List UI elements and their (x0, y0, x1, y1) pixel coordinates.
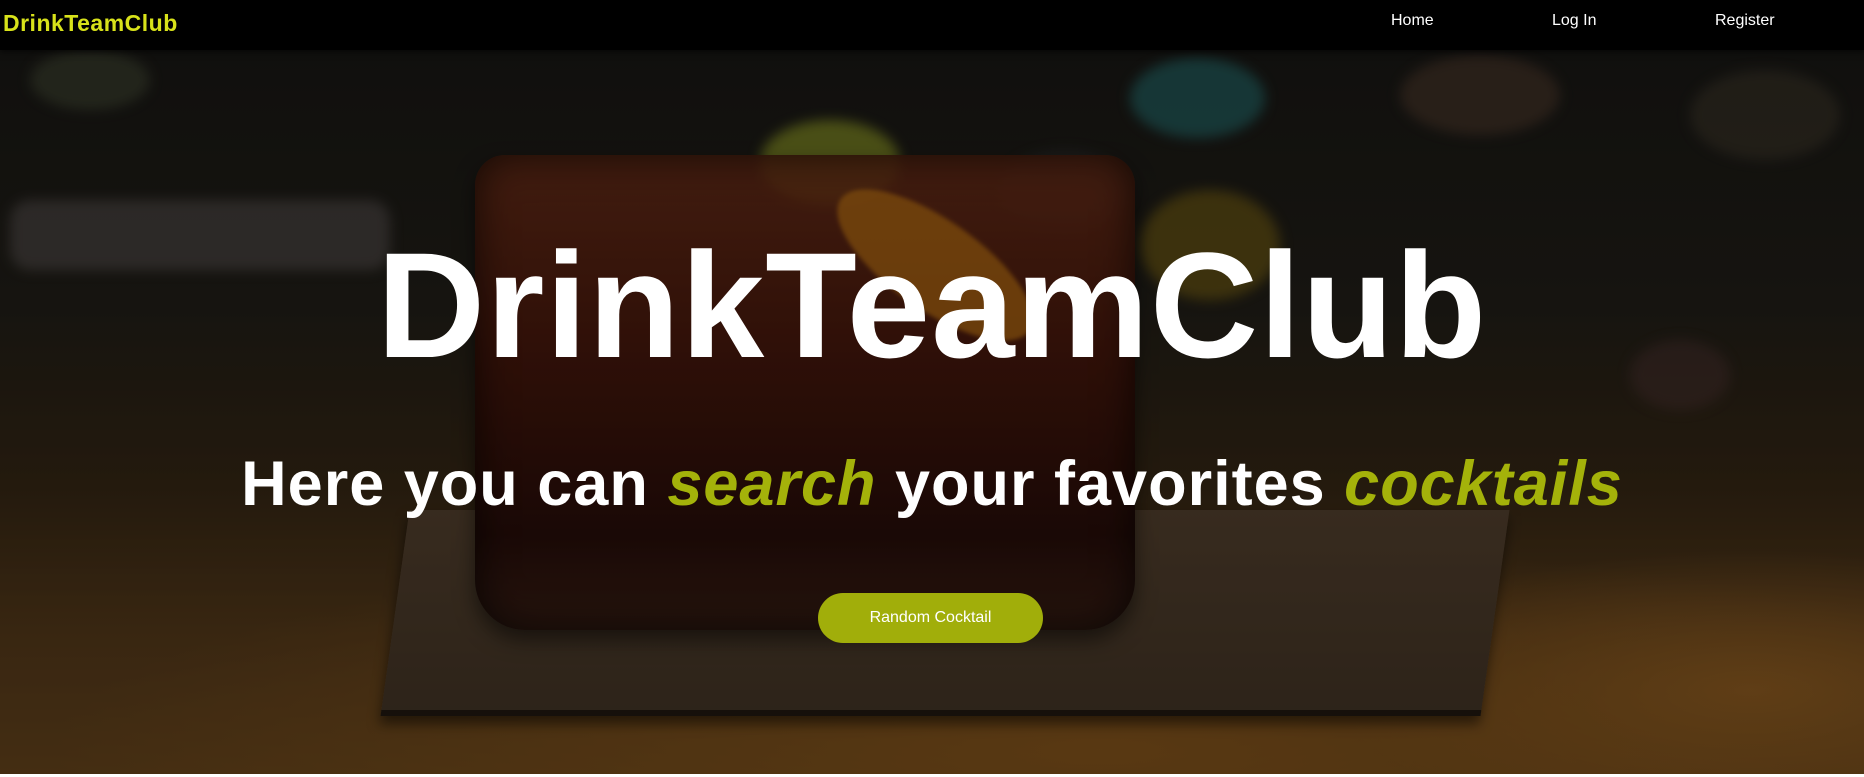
subtitle-text-2: your favorites (876, 449, 1345, 519)
subtitle-text-1: Here you can (241, 449, 668, 519)
top-navbar: DrinkTeamClub Home Log In Register (0, 0, 1864, 50)
hero-subtitle: Here you can search your favorites cockt… (0, 448, 1864, 520)
nav-home-link[interactable]: Home (1391, 12, 1434, 30)
subtitle-highlight-search: search (667, 449, 877, 519)
subtitle-highlight-cocktails: cocktails (1344, 449, 1623, 519)
random-cocktail-button[interactable]: Random Cocktail (818, 593, 1043, 643)
hero-title: DrinkTeamClub (376, 221, 1488, 389)
nav-login-link[interactable]: Log In (1552, 12, 1596, 30)
hero-section: DrinkTeamClub Here you can search your f… (0, 50, 1864, 774)
dark-overlay (0, 50, 1864, 774)
nav-register-link[interactable]: Register (1715, 12, 1775, 30)
brand-logo-link[interactable]: DrinkTeamClub (3, 10, 178, 37)
